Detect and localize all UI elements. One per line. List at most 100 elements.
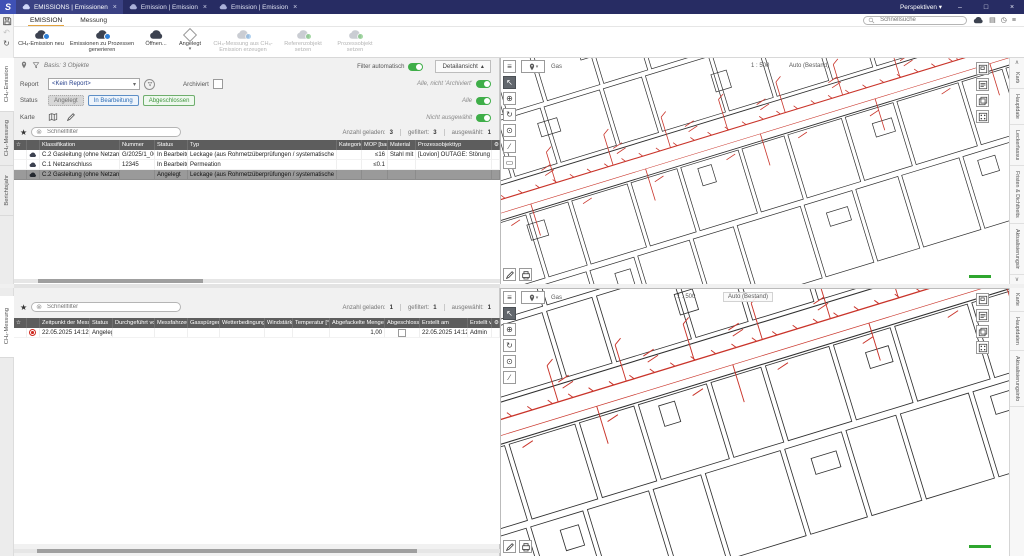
chip-angelegt[interactable]: Angelegt bbox=[48, 95, 84, 106]
tab-karte[interactable]: Karte bbox=[1010, 67, 1024, 89]
report-filter-icon[interactable] bbox=[144, 79, 155, 90]
menu-icon[interactable]: ≡ bbox=[1012, 17, 1016, 24]
document-tab-emissions[interactable]: EMISSIONS | Emissionen × bbox=[16, 0, 123, 14]
scroll-down-icon[interactable]: ∨ bbox=[1015, 275, 1019, 284]
history-icon[interactable]: ◷ bbox=[1001, 16, 1007, 24]
sketch-button[interactable] bbox=[503, 268, 516, 281]
map-view-bottom[interactable]: ≡ ↖ ⊕ ↻ ⊙ ∕ ▾ Gas 1 : 500 Auto (Bestand) bbox=[500, 288, 1009, 556]
document-tab-emission-2[interactable]: Emission | Emission × bbox=[213, 0, 303, 14]
zoom-tool-button[interactable]: ⊙ bbox=[503, 124, 516, 137]
pan-tool-button[interactable]: ⊕ bbox=[503, 92, 516, 105]
layers-button[interactable] bbox=[976, 325, 989, 338]
tab-aktualisierungsinfo[interactable]: Aktualisierungsinfo bbox=[1010, 224, 1024, 275]
tab-hauptdaten[interactable]: Hauptdaten bbox=[1010, 89, 1024, 124]
document-tab-emission-1[interactable]: Emission | Emission × bbox=[123, 0, 213, 14]
legend-button[interactable] bbox=[976, 78, 989, 91]
pin-icon[interactable] bbox=[20, 61, 28, 69]
tab-ch4-emission[interactable]: CH₄-Emission bbox=[0, 58, 14, 112]
overview-map-button[interactable] bbox=[976, 62, 989, 75]
close-tab-icon[interactable]: × bbox=[293, 4, 297, 11]
select-tool-button[interactable]: ↖ bbox=[503, 307, 516, 320]
map-icon[interactable] bbox=[48, 112, 58, 122]
map-menu-button[interactable]: ≡ bbox=[503, 291, 516, 304]
nicht-ausgewaehlt-toggle[interactable] bbox=[476, 114, 491, 122]
schnellfilter-input[interactable] bbox=[45, 128, 176, 136]
quick-search[interactable] bbox=[863, 16, 967, 25]
measure-tool-button[interactable]: ∕ bbox=[503, 371, 516, 384]
map-view-top[interactable]: ≡ ↖ ⊕ ↻ ⊙ ∕ ▭ ▾ Gas 1 : 500 Auto (Bestan… bbox=[500, 58, 1009, 284]
refresh-tool-button[interactable]: ↻ bbox=[503, 108, 516, 121]
table-row[interactable]: C.1 Netzanschluss 12345 In Bearbeitung P… bbox=[14, 160, 500, 170]
funnel-icon[interactable] bbox=[32, 61, 40, 69]
tab-berichtsjahr[interactable]: Berichtsjahr bbox=[0, 166, 14, 216]
gear-icon[interactable]: ⚙ bbox=[492, 140, 500, 150]
close-button[interactable]: × bbox=[1004, 4, 1020, 11]
grid-button[interactable] bbox=[976, 341, 989, 354]
perspectives-menu[interactable]: Perspektiven ▾ bbox=[900, 3, 942, 11]
filter-auto-toggle[interactable] bbox=[408, 63, 423, 71]
minimize-button[interactable]: – bbox=[952, 4, 968, 11]
tab-hauptdaten[interactable]: Hauptdaten bbox=[1010, 312, 1024, 351]
status-angelegt-dropdown[interactable]: Angelegt ▾ bbox=[172, 28, 208, 56]
zoom-box-tool-button[interactable]: ▭ bbox=[503, 156, 516, 169]
map-canvas[interactable] bbox=[501, 58, 1009, 284]
undo-icon[interactable]: ↶ bbox=[3, 28, 10, 37]
chip-abgeschlossen[interactable]: Abgeschlossen bbox=[143, 95, 196, 106]
tab-karte[interactable]: Karte bbox=[1010, 288, 1024, 312]
table-row[interactable]: 22.05.2025 14:12:52 Angelegt 1,00 22.05.… bbox=[14, 328, 500, 338]
zoom-tool-button[interactable]: ⊙ bbox=[503, 355, 516, 368]
tab-ch4-messung[interactable]: CH₄-Messung bbox=[0, 112, 14, 166]
horizontal-scrollbar[interactable] bbox=[14, 549, 500, 553]
abgeschlossen-checkbox[interactable] bbox=[398, 329, 406, 337]
gear-icon[interactable]: ⚙ bbox=[492, 318, 500, 328]
print-button[interactable] bbox=[519, 268, 532, 281]
layer-pin-dropdown[interactable]: ▾ bbox=[521, 60, 545, 73]
grid-button[interactable] bbox=[976, 110, 989, 123]
table-row-selected[interactable]: C.2 Gasleitung (ohne Netzanschluss) Ange… bbox=[14, 170, 500, 180]
schnellfilter-search[interactable]: ⊗ bbox=[31, 302, 181, 312]
app-logo-icon[interactable]: S bbox=[0, 0, 16, 14]
layer-pin-dropdown[interactable]: ▾ bbox=[521, 291, 545, 304]
cloud-icon[interactable] bbox=[973, 17, 984, 24]
select-tool-button[interactable]: ↖ bbox=[503, 76, 516, 89]
clear-icon[interactable]: ⊗ bbox=[36, 303, 42, 311]
emission-table-header[interactable]: ☆ Klassifikation Nummer Status Typ Kateg… bbox=[14, 140, 500, 150]
close-tab-icon[interactable]: × bbox=[203, 4, 207, 11]
favorite-star-icon[interactable]: ★ bbox=[20, 303, 27, 312]
pan-tool-button[interactable]: ⊕ bbox=[503, 323, 516, 336]
pencil-icon[interactable] bbox=[66, 112, 76, 122]
maximize-button[interactable]: □ bbox=[978, 4, 994, 11]
tab-fristen[interactable]: Fristen & Dichtheitsprüfung bbox=[1010, 166, 1024, 224]
emissionen-generieren-button[interactable]: Emissionen zu Prozessen generieren bbox=[66, 28, 138, 56]
legend-button[interactable] bbox=[976, 309, 989, 322]
horizontal-scrollbar[interactable] bbox=[14, 279, 500, 283]
ribbon-tab-messung[interactable]: Messung bbox=[78, 15, 109, 25]
chip-in-bearbeitung[interactable]: In Bearbeitung bbox=[88, 95, 139, 106]
report-select[interactable]: <Kein Report>▾ bbox=[48, 78, 140, 90]
map-mode[interactable]: Auto (Bestand) bbox=[723, 292, 773, 302]
close-tab-icon[interactable]: × bbox=[113, 4, 117, 11]
detailansicht-button[interactable]: Detailansicht▴ bbox=[435, 60, 491, 73]
tab-aktualisierungsinfo[interactable]: Aktualisierungsinfo bbox=[1010, 351, 1024, 407]
layers-button[interactable] bbox=[976, 94, 989, 107]
table-row[interactable]: C.2 Gasleitung (ohne Netzanschluss) G/20… bbox=[14, 150, 500, 160]
schnellfilter-search[interactable]: ⊗ bbox=[31, 127, 181, 137]
ribbon-tab-emission[interactable]: EMISSION bbox=[28, 15, 64, 26]
tab-ch4-messung-bottom[interactable]: CH₄-Messung bbox=[0, 296, 14, 358]
schnellfilter-input[interactable] bbox=[45, 303, 176, 311]
messung-table-header[interactable]: ☆ Zeitpunkt der Messung Status Durchgefü… bbox=[14, 318, 500, 328]
refresh-tool-button[interactable]: ↻ bbox=[503, 339, 516, 352]
overview-map-button[interactable] bbox=[976, 293, 989, 306]
favorite-star-icon[interactable]: ★ bbox=[20, 128, 27, 137]
alle-toggle[interactable] bbox=[476, 97, 491, 105]
measure-tool-button[interactable]: ∕ bbox=[503, 140, 516, 153]
oeffnen-button[interactable]: Öffnen... bbox=[140, 28, 172, 56]
ch4-emission-neu-button[interactable]: CH₄-Emission neu bbox=[18, 28, 64, 56]
archiviert-checkbox[interactable] bbox=[213, 79, 223, 89]
save-icon[interactable] bbox=[2, 16, 12, 26]
clear-icon[interactable]: ⊗ bbox=[36, 128, 42, 136]
map-canvas[interactable] bbox=[501, 289, 1009, 556]
archiv-toggle[interactable] bbox=[476, 80, 491, 88]
cards-icon[interactable]: ▤ bbox=[989, 16, 996, 24]
sketch-button[interactable] bbox=[503, 540, 516, 553]
